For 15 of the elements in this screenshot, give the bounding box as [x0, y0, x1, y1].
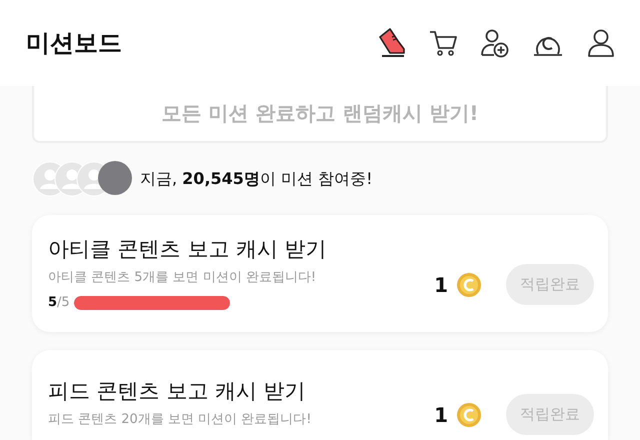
reward-amount: 1 — [434, 402, 448, 426]
mission-description: 아티클 콘텐츠 5개를 보면 미션이 완료됩니다! — [48, 269, 318, 286]
add-user-icon[interactable] — [480, 28, 510, 58]
page-title: 미션보드 — [26, 28, 122, 59]
participants-text: 지금, 20,545명 이 미션 참여중! — [140, 168, 373, 190]
mission-title: 아티클 콘텐츠 보고 캐시 받기 — [48, 236, 327, 263]
cart-icon[interactable] — [428, 28, 458, 58]
reward-amount: 1 — [434, 272, 448, 296]
mission-description: 피드 콘텐츠 20개를 보면 미션이 완료됩니다! — [48, 411, 312, 428]
banner-text: 모든 미션 완료하고 랜덤캐시 받기! — [162, 100, 478, 127]
user-icon[interactable] — [586, 28, 616, 58]
photo-placeholder — [98, 161, 132, 195]
banner-card[interactable]: 모든 미션 완료하고 랜덤캐시 받기! — [32, 86, 608, 143]
progress-count: 5/5 — [48, 295, 70, 310]
mission-title: 피드 콘텐츠 보고 캐시 받기 — [48, 378, 307, 405]
